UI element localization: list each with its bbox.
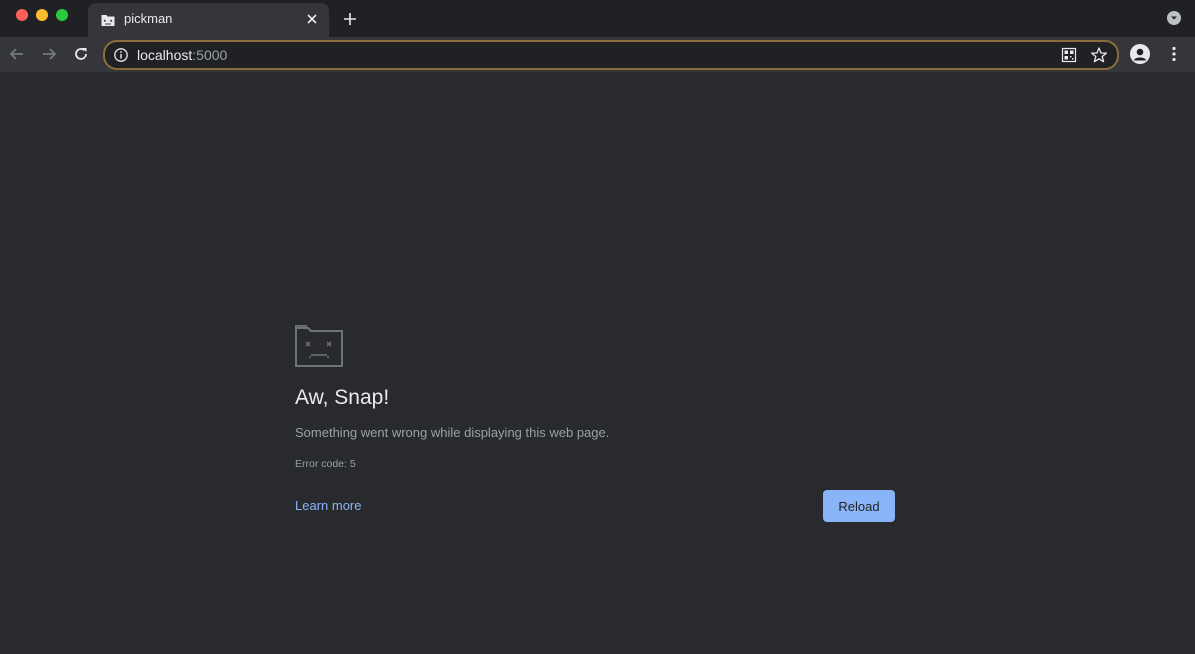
person-icon — [1134, 48, 1146, 61]
forward-icon[interactable] — [38, 43, 60, 65]
tab-search-icon[interactable] — [1167, 11, 1181, 25]
url-port: :5000 — [192, 47, 228, 63]
learn-more-link[interactable]: Learn more — [295, 498, 361, 513]
reload-button[interactable]: Reload — [823, 490, 895, 522]
bookmark-star-icon[interactable] — [1090, 46, 1108, 64]
address-bar[interactable]: localhost:5000 — [103, 40, 1119, 70]
info-icon[interactable] — [113, 47, 129, 63]
new-tab-icon[interactable] — [340, 9, 360, 29]
tab-pickman[interactable]: pickman — [88, 3, 329, 37]
url-host: localhost — [137, 47, 193, 63]
close-tab-icon[interactable] — [303, 10, 321, 28]
toolbar: localhost:5000 — [0, 37, 1195, 72]
window-close-button[interactable] — [16, 9, 28, 21]
more-menu-icon[interactable] — [1164, 44, 1184, 64]
tab-title: pickman — [124, 11, 173, 26]
error-title: Aw, Snap! — [295, 386, 390, 409]
profile-avatar-icon[interactable] — [1130, 44, 1150, 64]
url-text[interactable]: localhost:5000 — [137, 47, 227, 63]
qr-code-icon[interactable] — [1061, 47, 1077, 63]
tab-strip: pickman — [0, 0, 1195, 37]
back-icon[interactable] — [6, 43, 28, 65]
error-page: Aw, Snap! Something went wrong while dis… — [0, 72, 1195, 654]
sad-folder-icon — [101, 15, 115, 26]
window-minimize-button[interactable] — [36, 9, 48, 21]
sad-tab-icon — [295, 325, 343, 367]
window-maximize-button[interactable] — [56, 9, 68, 21]
browser-window: pickman localhost:5000 Aw, Snap! Somethi… — [0, 0, 1195, 654]
error-message: Something went wrong while displaying th… — [295, 425, 610, 440]
reload-icon[interactable] — [70, 43, 92, 65]
error-code: Error code: 5 — [295, 458, 356, 470]
